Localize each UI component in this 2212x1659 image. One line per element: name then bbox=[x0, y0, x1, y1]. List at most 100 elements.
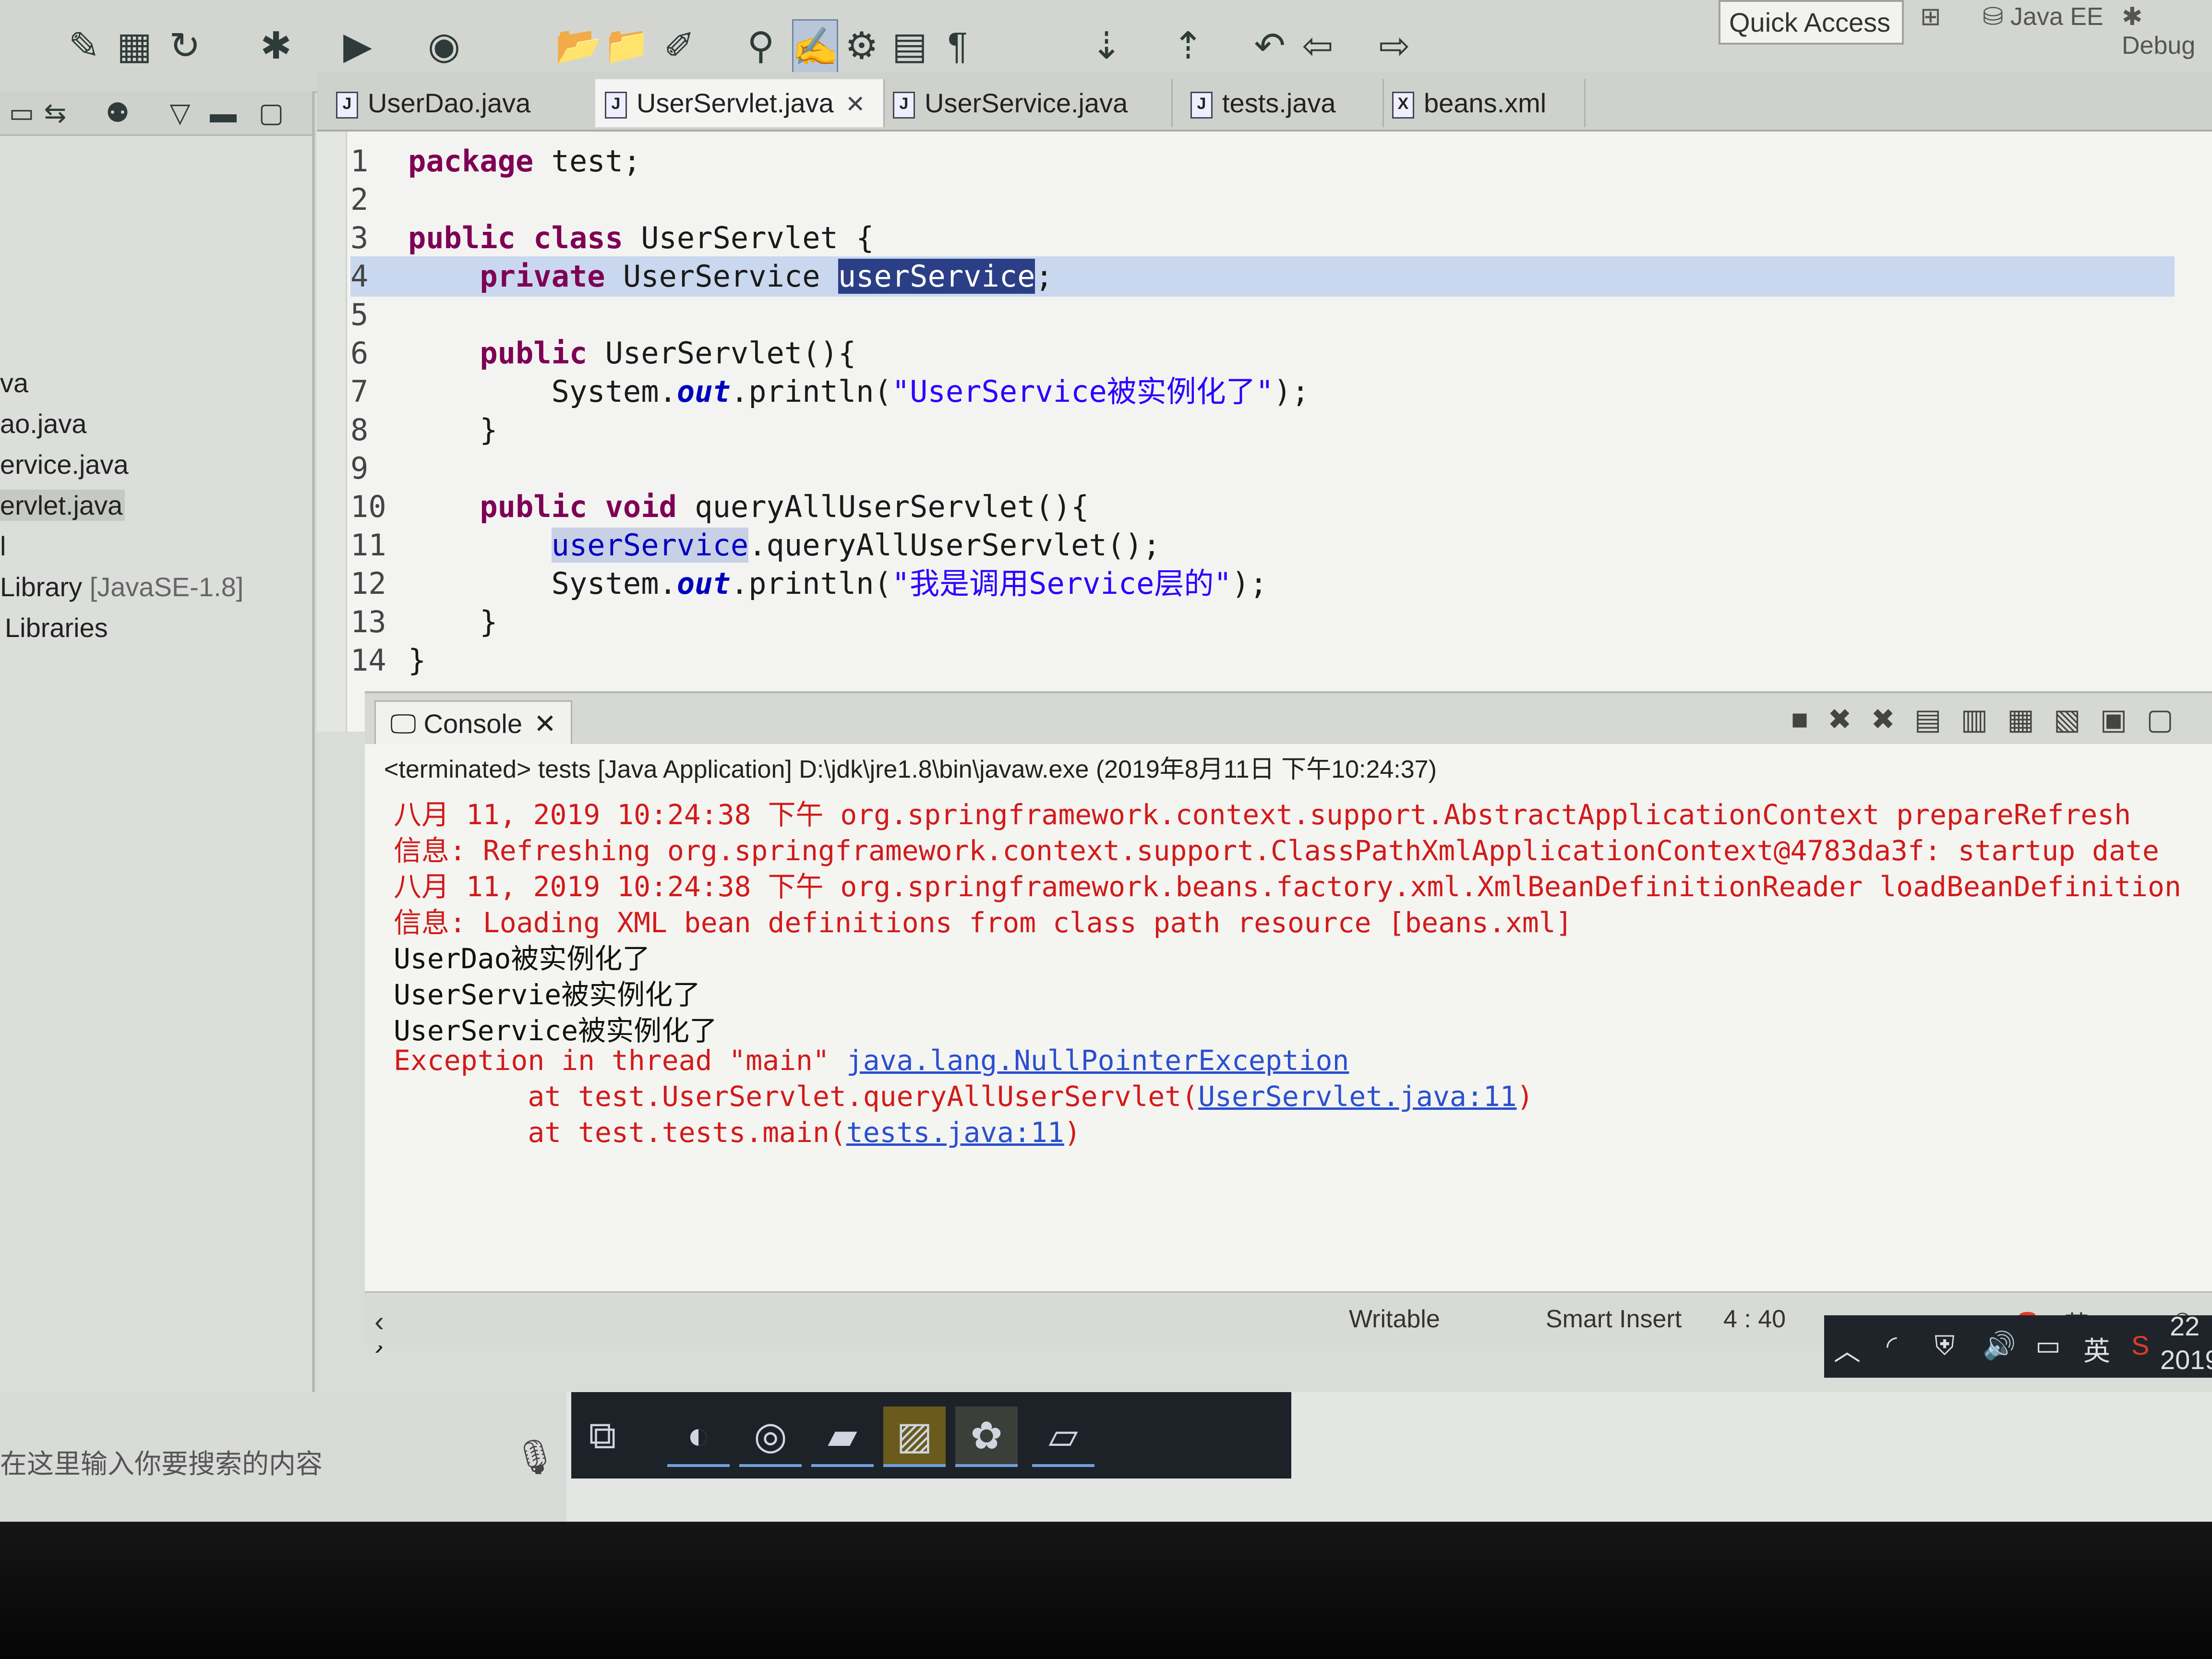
code-line[interactable]: 11 userService.queryAllUserServlet(); bbox=[350, 525, 1161, 565]
skip-breakpoints-icon[interactable]: ✎ bbox=[62, 19, 106, 72]
code-line[interactable]: 2 bbox=[350, 180, 408, 220]
prev-annotation-icon[interactable]: ⇡ bbox=[1166, 19, 1210, 72]
word-wrap-icon[interactable]: ▦ bbox=[2007, 703, 2054, 735]
trace-link[interactable]: tests.java:11 bbox=[846, 1116, 1064, 1149]
view-menu-icon[interactable]: ▽ bbox=[158, 91, 202, 134]
tab-beans-xml[interactable]: Xbeans.xml bbox=[1382, 79, 1586, 127]
open-console-icon[interactable]: ▣ bbox=[2100, 703, 2147, 735]
jre-label: Library bbox=[0, 572, 83, 602]
annotation-icon[interactable]: ⚙ bbox=[840, 19, 883, 72]
quick-access-input[interactable]: Quick Access bbox=[1719, 0, 1904, 45]
code-line[interactable]: 7 System.out.println("UserService被实例化了")… bbox=[350, 372, 1310, 412]
filter-icon[interactable]: ⚉ bbox=[96, 91, 139, 134]
clear-console-icon[interactable]: ▤ bbox=[1914, 703, 1961, 735]
explorer-item[interactable]: l bbox=[0, 530, 6, 562]
back-icon[interactable]: ⇦ bbox=[1296, 19, 1339, 72]
line-number: 5 bbox=[350, 297, 369, 332]
last-edit-icon[interactable]: ↶ bbox=[1248, 19, 1291, 72]
eclipse-app-icon[interactable]: ◐ bbox=[667, 1407, 730, 1467]
perspective-debug-button[interactable]: ✱ Debug bbox=[2122, 2, 2212, 60]
code-line[interactable]: 6 public UserServlet(){ bbox=[350, 333, 856, 373]
line-number: 12 bbox=[350, 566, 386, 601]
code-line[interactable]: 9 bbox=[350, 448, 408, 489]
explorer-item[interactable]: ao.java bbox=[0, 408, 87, 439]
volume-icon[interactable]: 🔊 bbox=[1983, 1330, 2016, 1361]
pin-icon[interactable]: ⚲ bbox=[739, 19, 782, 72]
perspective-javaee-button[interactable]: ⛁ Java EE bbox=[1983, 2, 2104, 31]
exception-link[interactable]: java.lang.NullPointerException bbox=[846, 1044, 1349, 1077]
notepad-app-icon[interactable]: ▱ bbox=[1032, 1407, 1094, 1467]
security-shield-icon[interactable]: ⛨ bbox=[1935, 1330, 1955, 1362]
trace-link[interactable]: UserServlet.java:11 bbox=[1198, 1080, 1516, 1113]
tray-ime-language[interactable]: 英 bbox=[2083, 1330, 2110, 1369]
media-app-icon[interactable]: ▨ bbox=[883, 1407, 946, 1467]
terminate-icon[interactable]: ■ bbox=[1791, 703, 1827, 735]
block-icon[interactable]: ▤ bbox=[888, 19, 931, 72]
code-line[interactable]: 1 package test; bbox=[350, 141, 641, 181]
file-explorer-icon[interactable]: ▰ bbox=[811, 1407, 874, 1467]
console-tab-label: Console bbox=[423, 709, 523, 739]
tab-userservlet[interactable]: J UserServlet.java ✕ bbox=[595, 79, 885, 127]
code-static-field: out bbox=[676, 566, 731, 601]
open-type-icon[interactable]: 📁 bbox=[603, 19, 649, 72]
code-keyword: public void bbox=[480, 489, 677, 524]
windows-taskbar: 在这里输入你要搜索的内容 🎙 ⧉ ◐ ◎ ▰ ▨ ✿ ▱ bbox=[0, 1392, 2212, 1522]
next-annotation-icon[interactable]: ⇣ bbox=[1085, 19, 1128, 72]
battery-icon[interactable]: ▭ bbox=[2035, 1330, 2061, 1361]
run-icon[interactable]: ▶ bbox=[336, 19, 379, 72]
console-output[interactable]: <terminated> tests [Java Application] D:… bbox=[365, 744, 2212, 1344]
pilcrow-icon[interactable]: ¶ bbox=[936, 19, 979, 72]
explorer-item-selected[interactable]: ervlet.java bbox=[0, 490, 125, 521]
maximize-icon[interactable]: ▢ bbox=[250, 91, 293, 134]
explorer-item[interactable]: ervice.java bbox=[0, 449, 129, 480]
tab-tests[interactable]: Jtests.java bbox=[1181, 79, 1384, 127]
code-line[interactable]: 12 System.out.println("我是调用Service层的"); bbox=[350, 564, 1267, 604]
console-tab[interactable]: 🖵 Console ✕ bbox=[374, 700, 572, 746]
scroll-left-icon[interactable]: ‹ bbox=[374, 1305, 384, 1338]
minimize-icon[interactable]: ▬ bbox=[202, 91, 245, 134]
close-console-icon[interactable]: ✕ bbox=[534, 709, 556, 739]
highlight-icon[interactable]: ✍ bbox=[792, 19, 839, 75]
code-editor[interactable]: 1 package test; 2 3 public class UserServl… bbox=[317, 132, 2212, 732]
browser-app-icon[interactable]: ◎ bbox=[739, 1407, 802, 1467]
code-line-current[interactable]: 4 private UserService userService; bbox=[350, 256, 2175, 297]
code-line[interactable]: 10 public void queryAllUserServlet(){ bbox=[350, 487, 1089, 527]
forward-icon[interactable]: ⇨ bbox=[1373, 19, 1416, 72]
code-static-field: out bbox=[676, 374, 731, 409]
wifi-icon[interactable]: ◜ bbox=[1887, 1330, 1897, 1361]
console-err-line: 八月 11, 2019 10:24:38 下午 org.springframew… bbox=[394, 870, 2181, 903]
new-server-icon[interactable]: ▦ bbox=[113, 19, 156, 72]
code-line[interactable]: 3 public class UserServlet { bbox=[350, 218, 874, 258]
scroll-lock-icon[interactable]: ▥ bbox=[1960, 703, 2007, 735]
jvm-app-icon[interactable]: ✿ bbox=[955, 1407, 1018, 1467]
open-perspective-icon[interactable]: ⊞ bbox=[1920, 2, 1941, 31]
debug-icon[interactable]: ✱ bbox=[254, 19, 298, 72]
remove-all-icon[interactable]: ✖ bbox=[1871, 703, 1914, 735]
show-hidden-icon[interactable]: ︿ bbox=[1834, 1330, 1861, 1369]
pin-console-icon[interactable]: ▧ bbox=[2054, 703, 2100, 735]
tab-userservice[interactable]: J UserService.java bbox=[883, 79, 1173, 127]
clock-date[interactable]: 2019 bbox=[2160, 1344, 2212, 1375]
taskbar-search[interactable]: 在这里输入你要搜索的内容 🎙 bbox=[0, 1392, 566, 1522]
tab-userdao[interactable]: J UserDao.java bbox=[326, 79, 597, 127]
explorer-item-libraries[interactable]: Libraries bbox=[5, 612, 108, 643]
explorer-item[interactable]: va bbox=[0, 367, 28, 398]
task-view-icon[interactable]: ⧉ bbox=[571, 1407, 634, 1464]
clock-time[interactable]: 22 bbox=[2170, 1310, 2200, 1342]
close-tab-icon[interactable]: ✕ bbox=[845, 91, 866, 118]
explorer-item-jre[interactable]: Library [JavaSE-1.8] bbox=[0, 571, 243, 602]
code-line[interactable]: 5 bbox=[350, 295, 408, 335]
link-editor-icon[interactable]: ⇆ bbox=[34, 91, 77, 134]
code-line[interactable]: 14} bbox=[350, 640, 426, 681]
display-console-icon[interactable]: ▢ bbox=[2146, 703, 2193, 735]
code-line[interactable]: 13 } bbox=[350, 602, 498, 642]
microphone-icon[interactable]: 🎙 bbox=[514, 1438, 556, 1477]
explorer-toolbar: ▭ ⇆ ⚉ ▽ ▬ ▢ bbox=[0, 91, 312, 136]
external-tools-icon[interactable]: ◉ bbox=[422, 19, 466, 72]
remove-launch-icon[interactable]: ✖ bbox=[1827, 703, 1871, 735]
brush-icon[interactable]: ✐ bbox=[658, 19, 701, 72]
open-folder-icon[interactable]: 📂 bbox=[555, 19, 601, 72]
sogou-tray-icon[interactable]: S bbox=[2131, 1330, 2149, 1361]
code-line[interactable]: 8 } bbox=[350, 410, 498, 450]
refresh-icon[interactable]: ↻ bbox=[163, 19, 206, 72]
